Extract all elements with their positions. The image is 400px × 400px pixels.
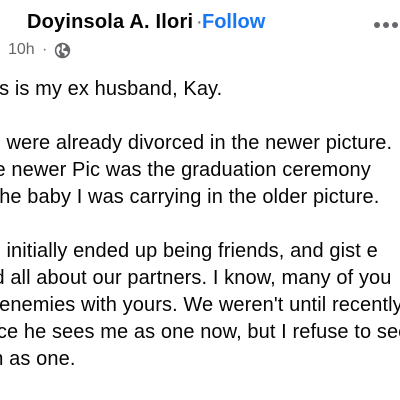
author-name[interactable]: Doyinsola A. Ilori [27, 11, 193, 34]
post-text-line: and all about our partners. I know, many… [0, 267, 392, 289]
more-horizontal-icon[interactable] [373, 17, 399, 28]
post-meta: 10h · [0, 41, 200, 61]
post-text-line: The newer Pic was the graduation ceremon… [0, 159, 371, 181]
post-header: Doyinsola A. Ilori · Follow [0, 7, 400, 39]
facebook-post: Doyinsola A. Ilori · Follow 10h · This i… [0, 0, 400, 400]
meta-separator: · [42, 41, 48, 58]
post-text-line: This is my ex husband, Kay. [0, 78, 223, 100]
post-text-line: We were already divorced in the newer pi… [0, 132, 393, 154]
post-text-line: since he sees me as one now, but I refus… [0, 321, 400, 343]
post-text-line: be enemies with yours. We weren't until … [0, 294, 400, 316]
post-text: This is my ex husband, Kay. We were alre… [0, 76, 400, 400]
post-text-line: him as one. [0, 348, 76, 370]
globe-icon[interactable] [54, 42, 71, 59]
follow-button[interactable]: Follow [202, 11, 265, 34]
post-paragraph-1: This is my ex husband, Kay. [0, 76, 400, 103]
post-paragraph-3: We initially ended up being friends, and… [0, 238, 400, 373]
post-text-line: We initially ended up being friends, and… [0, 240, 378, 262]
post-paragraph-2: We were already divorced in the newer pi… [0, 130, 400, 211]
post-timestamp[interactable]: 10h [8, 41, 35, 59]
post-text-line: of the baby I was carrying in the older … [0, 186, 380, 208]
